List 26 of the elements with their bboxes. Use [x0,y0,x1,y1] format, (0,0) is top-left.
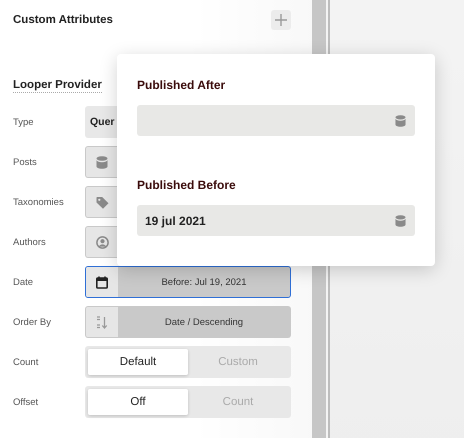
field-label: Authors [13,236,47,248]
field-label: Count [13,356,40,368]
tag-icon [96,196,108,208]
section-title: Looper Provider [13,79,102,93]
picker-control[interactable]: Date / Descending [85,306,291,338]
field-label: Taxonomies [13,196,65,208]
field-label: Date [13,276,34,288]
section-title: Custom Attributes [13,14,113,26]
calendar-icon [96,276,108,288]
input-field[interactable]: 19 jul 2021 [137,205,415,236]
user-circle-icon [96,236,108,248]
picker-control[interactable]: Before: Jul 19, 2021 [85,266,291,298]
field-label: Published Before [137,178,237,192]
field-label: Published After [137,78,226,92]
input-field[interactable] [137,105,415,136]
add-button[interactable] [271,10,291,30]
database-icon [96,156,108,168]
field-label: Posts [13,156,38,168]
database-icon [395,114,406,126]
segment-option[interactable]: Off [88,389,188,415]
field-label: Offset [13,396,40,408]
field-label: Order By [13,316,52,328]
sort-icon [96,316,108,328]
database-icon [395,214,406,226]
field-label: Type [13,116,35,128]
segment-option[interactable]: Default [88,349,188,375]
